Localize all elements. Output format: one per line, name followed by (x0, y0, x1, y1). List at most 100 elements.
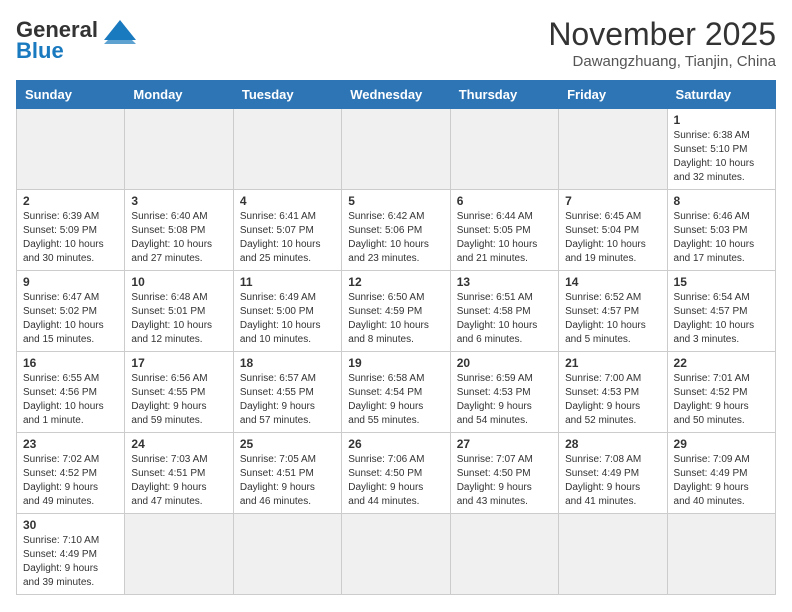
day-number: 26 (348, 437, 443, 451)
calendar-cell: 17Sunrise: 6:56 AM Sunset: 4:55 PM Dayli… (125, 352, 233, 433)
day-info: Sunrise: 7:09 AM Sunset: 4:49 PM Dayligh… (674, 453, 769, 509)
calendar-cell (342, 109, 450, 190)
calendar-cell: 15Sunrise: 6:54 AM Sunset: 4:57 PM Dayli… (667, 271, 775, 352)
calendar-cell: 18Sunrise: 6:57 AM Sunset: 4:55 PM Dayli… (233, 352, 341, 433)
day-number: 13 (457, 275, 552, 289)
calendar-cell: 13 Sunrise: 6:51 AM Sunset: 4:58 PM Dayli… (450, 271, 558, 352)
day-info: Sunrise: 7:01 AM Sunset: 4:52 PM Dayligh… (674, 372, 769, 428)
day-info: Sunrise: 6:44 AM Sunset: 5:05 PM Dayligh… (457, 210, 552, 266)
day-number: 14 (565, 275, 660, 289)
day-info: Sunrise: 6:39 AM Sunset: 5:09 PM Dayligh… (23, 210, 118, 266)
weekday-header-tuesday: Tuesday (233, 81, 341, 109)
calendar-cell: 21 Sunrise: 7:00 AM Sunset: 4:53 PM Dayli… (559, 352, 667, 433)
calendar-cell: 9Sunrise: 6:47 AM Sunset: 5:02 PM Daylig… (17, 271, 125, 352)
calendar-cell: 4 Sunrise: 6:41 AM Sunset: 5:07 PM Daylig… (233, 190, 341, 271)
day-info: Sunrise: 7:03 AM Sunset: 4:51 PM Dayligh… (131, 453, 226, 509)
calendar-cell: 14 Sunrise: 6:52 AM Sunset: 4:57 PM Dayli… (559, 271, 667, 352)
day-info: Sunrise: 6:45 AM Sunset: 5:04 PM Dayligh… (565, 210, 660, 266)
calendar-cell: 22 Sunrise: 7:01 AM Sunset: 4:52 PM Dayli… (667, 352, 775, 433)
calendar-cell: 7 Sunrise: 6:45 AM Sunset: 5:04 PM Daylig… (559, 190, 667, 271)
weekday-header-thursday: Thursday (450, 81, 558, 109)
calendar-cell: 28Sunrise: 7:08 AM Sunset: 4:49 PM Dayli… (559, 433, 667, 514)
day-number: 10 (131, 275, 226, 289)
day-number: 19 (348, 356, 443, 370)
calendar-cell (125, 514, 233, 595)
calendar-cell (559, 109, 667, 190)
week-row-1: 1Sunrise: 6:38 AM Sunset: 5:10 PM Daylig… (17, 109, 776, 190)
weekday-header-row: SundayMondayTuesdayWednesdayThursdayFrid… (17, 81, 776, 109)
day-number: 15 (674, 275, 769, 289)
day-info: Sunrise: 6:58 AM Sunset: 4:54 PM Dayligh… (348, 372, 443, 428)
day-number: 7 (565, 194, 660, 208)
day-number: 20 (457, 356, 552, 370)
logo-blue-text: Blue (16, 38, 64, 64)
day-number: 27 (457, 437, 552, 451)
day-number: 4 (240, 194, 335, 208)
day-info: Sunrise: 7:06 AM Sunset: 4:50 PM Dayligh… (348, 453, 443, 509)
day-info: Sunrise: 6:50 AM Sunset: 4:59 PM Dayligh… (348, 291, 443, 347)
day-number: 22 (674, 356, 769, 370)
week-row-4: 16Sunrise: 6:55 AM Sunset: 4:56 PM Dayli… (17, 352, 776, 433)
day-number: 5 (348, 194, 443, 208)
calendar-cell (233, 109, 341, 190)
calendar-cell (559, 514, 667, 595)
day-number: 16 (23, 356, 118, 370)
calendar-cell: 5 Sunrise: 6:42 AM Sunset: 5:06 PM Daylig… (342, 190, 450, 271)
calendar-cell: 6Sunrise: 6:44 AM Sunset: 5:05 PM Daylig… (450, 190, 558, 271)
calendar-cell: 25Sunrise: 7:05 AM Sunset: 4:51 PM Dayli… (233, 433, 341, 514)
day-info: Sunrise: 7:10 AM Sunset: 4:49 PM Dayligh… (23, 534, 118, 590)
day-info: Sunrise: 6:49 AM Sunset: 5:00 PM Dayligh… (240, 291, 335, 347)
calendar-cell: 29 Sunrise: 7:09 AM Sunset: 4:49 PM Dayli… (667, 433, 775, 514)
calendar-cell: 8Sunrise: 6:46 AM Sunset: 5:03 PM Daylig… (667, 190, 775, 271)
day-number: 11 (240, 275, 335, 289)
day-info: Sunrise: 7:02 AM Sunset: 4:52 PM Dayligh… (23, 453, 118, 509)
day-number: 2 (23, 194, 118, 208)
calendar-cell: 24Sunrise: 7:03 AM Sunset: 4:51 PM Dayli… (125, 433, 233, 514)
calendar-cell: 3Sunrise: 6:40 AM Sunset: 5:08 PM Daylig… (125, 190, 233, 271)
weekday-header-saturday: Saturday (667, 81, 775, 109)
day-info: Sunrise: 6:40 AM Sunset: 5:08 PM Dayligh… (131, 210, 226, 266)
day-info: Sunrise: 6:47 AM Sunset: 5:02 PM Dayligh… (23, 291, 118, 347)
title-area: November 2025 Dawangzhuang, Tianjin, Chi… (548, 16, 776, 70)
calendar-cell: 27Sunrise: 7:07 AM Sunset: 4:50 PM Dayli… (450, 433, 558, 514)
day-number: 8 (674, 194, 769, 208)
day-number: 21 (565, 356, 660, 370)
calendar-cell (342, 514, 450, 595)
day-number: 28 (565, 437, 660, 451)
day-number: 1 (674, 113, 769, 127)
weekday-header-wednesday: Wednesday (342, 81, 450, 109)
week-row-2: 2 Sunrise: 6:39 AM Sunset: 5:09 PM Daylig… (17, 190, 776, 271)
day-info: Sunrise: 6:41 AM Sunset: 5:07 PM Dayligh… (240, 210, 335, 266)
calendar-cell (125, 109, 233, 190)
day-number: 30 (23, 518, 118, 532)
calendar-cell: 30 Sunrise: 7:10 AM Sunset: 4:49 PM Dayli… (17, 514, 125, 595)
day-number: 17 (131, 356, 226, 370)
week-row-3: 9Sunrise: 6:47 AM Sunset: 5:02 PM Daylig… (17, 271, 776, 352)
calendar-cell: 11 Sunrise: 6:49 AM Sunset: 5:00 PM Dayli… (233, 271, 341, 352)
weekday-header-friday: Friday (559, 81, 667, 109)
calendar-cell: 16Sunrise: 6:55 AM Sunset: 4:56 PM Dayli… (17, 352, 125, 433)
day-info: Sunrise: 6:51 AM Sunset: 4:58 PM Dayligh… (457, 291, 552, 347)
calendar-cell: 20 Sunrise: 6:59 AM Sunset: 4:53 PM Dayli… (450, 352, 558, 433)
day-number: 25 (240, 437, 335, 451)
calendar-cell (450, 514, 558, 595)
calendar-cell: 26 Sunrise: 7:06 AM Sunset: 4:50 PM Dayli… (342, 433, 450, 514)
week-row-6: 30 Sunrise: 7:10 AM Sunset: 4:49 PM Dayli… (17, 514, 776, 595)
calendar-cell: 10 Sunrise: 6:48 AM Sunset: 5:01 PM Dayli… (125, 271, 233, 352)
calendar-cell (17, 109, 125, 190)
calendar-table: SundayMondayTuesdayWednesdayThursdayFrid… (16, 80, 776, 595)
calendar-cell: 2 Sunrise: 6:39 AM Sunset: 5:09 PM Daylig… (17, 190, 125, 271)
day-info: Sunrise: 6:59 AM Sunset: 4:53 PM Dayligh… (457, 372, 552, 428)
day-info: Sunrise: 6:57 AM Sunset: 4:55 PM Dayligh… (240, 372, 335, 428)
calendar-cell: 19 Sunrise: 6:58 AM Sunset: 4:54 PM Dayli… (342, 352, 450, 433)
day-info: Sunrise: 6:52 AM Sunset: 4:57 PM Dayligh… (565, 291, 660, 347)
week-row-5: 23Sunrise: 7:02 AM Sunset: 4:52 PM Dayli… (17, 433, 776, 514)
calendar-cell: 23Sunrise: 7:02 AM Sunset: 4:52 PM Dayli… (17, 433, 125, 514)
month-title: November 2025 (548, 16, 776, 53)
logo-icon (100, 16, 138, 44)
weekday-header-sunday: Sunday (17, 81, 125, 109)
day-number: 29 (674, 437, 769, 451)
day-info: Sunrise: 6:48 AM Sunset: 5:01 PM Dayligh… (131, 291, 226, 347)
day-info: Sunrise: 6:42 AM Sunset: 5:06 PM Dayligh… (348, 210, 443, 266)
day-info: Sunrise: 7:00 AM Sunset: 4:53 PM Dayligh… (565, 372, 660, 428)
